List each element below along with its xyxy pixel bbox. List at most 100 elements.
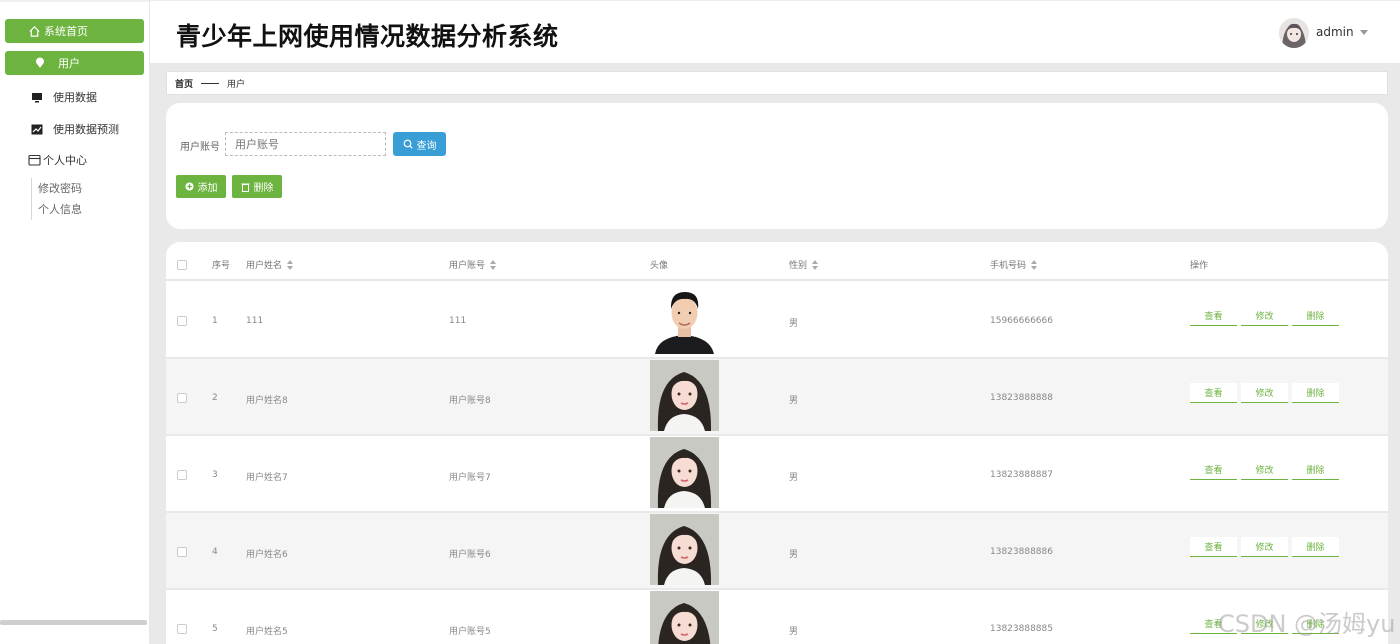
row-phone: 13823888888 — [990, 393, 1053, 403]
edit-button[interactable]: 修改 — [1241, 460, 1288, 480]
table-row: 3 用户姓名7 用户账号7 男 13823888887 查看 修改 删除 — [166, 436, 1388, 513]
row-checkbox[interactable] — [177, 547, 187, 557]
username: admin — [1316, 25, 1354, 39]
table-row: 5 用户姓名5 用户账号5 男 13823888885 查看 修改 删除 — [166, 590, 1388, 644]
column-account[interactable]: 用户账号 — [449, 258, 497, 271]
row-name: 用户姓名6 — [246, 550, 288, 560]
column-avatar: 头像 — [650, 261, 669, 271]
sidebar-item-label: 用户 — [58, 57, 80, 70]
row-index: 2 — [212, 393, 218, 403]
row-actions: 查看 修改 删除 — [1190, 383, 1339, 403]
sidebar: 系统首页 用户 使用数据 使用数据预测 个人中心 修改密码 个人信息 — [0, 0, 150, 644]
query-button-label: 查询 — [416, 140, 437, 152]
monitor-icon — [30, 90, 44, 104]
row-gender: 男 — [789, 550, 799, 560]
user-menu[interactable]: admin — [1316, 25, 1368, 39]
sort-icon — [490, 259, 497, 270]
row-actions: 查看 修改 删除 — [1190, 537, 1339, 557]
calendar-icon — [27, 153, 41, 167]
row-name: 用户姓名7 — [246, 473, 288, 483]
line-chart-icon — [30, 122, 44, 136]
breadcrumb-separator — [201, 82, 220, 84]
row-gender: 男 — [789, 627, 799, 637]
row-index: 4 — [212, 547, 218, 557]
column-phone[interactable]: 手机号码 — [990, 258, 1038, 271]
row-name: 用户姓名8 — [246, 396, 288, 406]
row-avatar-image — [650, 437, 719, 508]
row-index: 3 — [212, 470, 218, 480]
row-account: 111 — [449, 316, 467, 326]
row-delete-button[interactable]: 删除 — [1292, 460, 1339, 480]
row-avatar-image — [650, 283, 719, 354]
page-title: 青少年上网使用情况数据分析系统 — [176, 22, 559, 51]
row-delete-button[interactable]: 删除 — [1292, 537, 1339, 557]
user-table: 序号 用户姓名 用户账号 头像 性别 手机号码 操作 1 111 111 男 15966… — [166, 242, 1388, 644]
row-phone: 13823888886 — [990, 547, 1053, 557]
edit-button[interactable]: 修改 — [1241, 306, 1288, 326]
trash-icon — [241, 182, 250, 192]
table-row: 2 用户姓名8 用户账号8 男 13823888888 查看 修改 删除 — [166, 359, 1388, 436]
add-button[interactable]: 添加 — [176, 175, 226, 198]
row-checkbox[interactable] — [177, 393, 187, 403]
table-header: 序号 用户姓名 用户账号 头像 性别 手机号码 操作 — [166, 242, 1388, 281]
top-header: 青少年上网使用情况数据分析系统 admin — [150, 0, 1400, 63]
row-actions: 查看 修改 删除 — [1190, 306, 1339, 326]
sidebar-subitem-change-password[interactable]: 修改密码 — [38, 178, 82, 199]
query-button[interactable]: 查询 — [393, 132, 446, 156]
user-pin-icon — [33, 56, 47, 70]
search-icon — [403, 139, 413, 149]
watermark: CSDN @汤姆yu — [1218, 610, 1396, 638]
search-panel: 用户账号 查询 添加 删除 — [166, 103, 1388, 229]
row-checkbox[interactable] — [177, 624, 187, 634]
plus-circle-icon — [184, 182, 194, 191]
sort-icon — [1031, 259, 1038, 270]
table-row: 1 111 111 男 15966666666 查看 修改 删除 — [166, 282, 1388, 359]
view-button[interactable]: 查看 — [1190, 537, 1237, 557]
row-delete-button[interactable]: 删除 — [1292, 383, 1339, 403]
view-button[interactable]: 查看 — [1190, 306, 1237, 326]
row-avatar-image — [650, 514, 719, 585]
sidebar-submenu-personal: 修改密码 个人信息 — [31, 178, 82, 220]
edit-button[interactable]: 修改 — [1241, 537, 1288, 557]
sort-icon — [287, 259, 294, 270]
breadcrumb: 首页 用户 — [166, 71, 1388, 95]
sidebar-top-line — [0, 0, 149, 2]
sort-icon — [812, 259, 819, 270]
sidebar-subitem-profile[interactable]: 个人信息 — [38, 199, 82, 220]
breadcrumb-home[interactable]: 首页 — [175, 77, 193, 90]
search-label: 用户账号 — [180, 142, 220, 153]
delete-button[interactable]: 删除 — [232, 175, 282, 198]
sidebar-item-usage-forecast[interactable]: 使用数据预测 — [30, 121, 119, 137]
row-account: 用户账号8 — [449, 396, 491, 406]
select-all-checkbox[interactable] — [177, 260, 187, 270]
sidebar-item-usage-data[interactable]: 使用数据 — [30, 89, 97, 105]
row-avatar-image — [650, 360, 719, 431]
row-actions: 查看 修改 删除 — [1190, 460, 1339, 480]
row-checkbox[interactable] — [177, 316, 187, 326]
column-name[interactable]: 用户姓名 — [246, 258, 294, 271]
breadcrumb-current: 用户 — [227, 79, 246, 90]
row-gender: 男 — [789, 396, 799, 406]
view-button[interactable]: 查看 — [1190, 383, 1237, 403]
sidebar-item-users[interactable]: 用户 — [5, 51, 144, 75]
sidebar-item-home[interactable]: 系统首页 — [5, 19, 144, 43]
search-input[interactable] — [225, 132, 386, 156]
row-delete-button[interactable]: 删除 — [1292, 306, 1339, 326]
sidebar-item-personal-center[interactable]: 个人中心 — [27, 152, 87, 168]
delete-button-label: 删除 — [253, 183, 274, 194]
row-checkbox[interactable] — [177, 470, 187, 480]
row-account: 用户账号6 — [449, 550, 491, 560]
sidebar-scrollbar[interactable] — [0, 620, 147, 625]
row-gender: 男 — [789, 473, 799, 483]
row-account: 用户账号5 — [449, 627, 491, 637]
sidebar-item-label: 使用数据 — [53, 91, 97, 104]
view-button[interactable]: 查看 — [1190, 460, 1237, 480]
sidebar-item-label: 使用数据预测 — [53, 123, 119, 136]
avatar[interactable] — [1279, 18, 1309, 48]
row-name: 111 — [246, 316, 264, 326]
table-row: 4 用户姓名6 用户账号6 男 13823888886 查看 修改 删除 — [166, 513, 1388, 590]
sidebar-item-label: 系统首页 — [44, 25, 88, 38]
column-gender[interactable]: 性别 — [789, 258, 819, 271]
edit-button[interactable]: 修改 — [1241, 383, 1288, 403]
row-index: 5 — [212, 624, 218, 634]
